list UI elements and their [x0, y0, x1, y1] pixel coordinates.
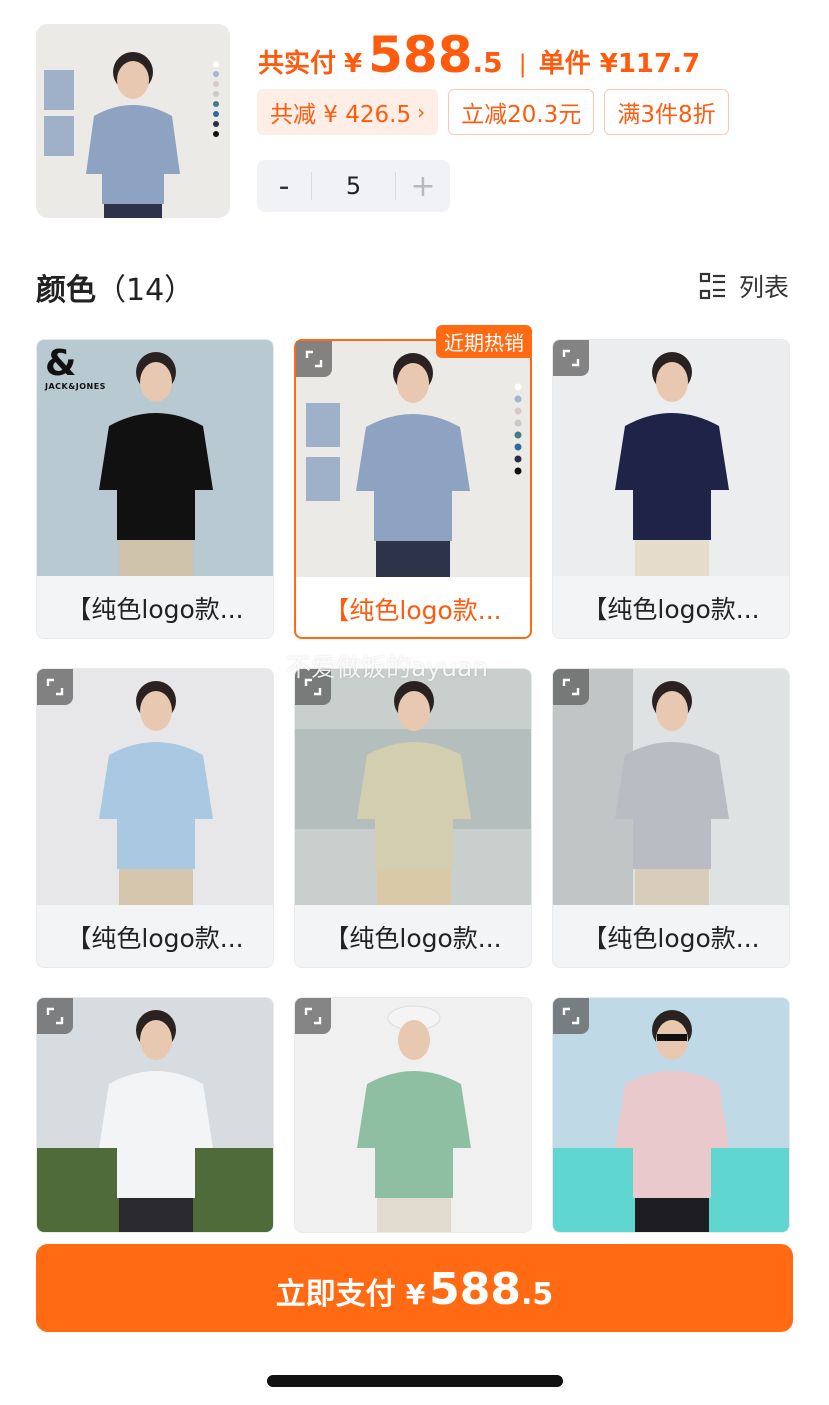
total-price-integer: 588	[368, 26, 473, 84]
bulk-discount-tag: 满3件8折	[604, 89, 729, 135]
expand-icon[interactable]	[37, 998, 73, 1034]
total-label: 共实付	[258, 49, 337, 79]
color-card[interactable]: 【纯色logo款...	[294, 668, 532, 968]
expand-icon[interactable]	[553, 340, 589, 376]
variant-label: 【纯色logo款...	[582, 924, 760, 953]
chevron-right-icon: ›	[417, 100, 426, 124]
variant-photo	[295, 669, 531, 905]
variant-label: 【纯色logo款...	[324, 596, 502, 625]
color-title: 颜色	[36, 273, 96, 308]
variant-label: 【纯色logo款...	[582, 595, 760, 624]
increase-button[interactable]: +	[396, 169, 450, 204]
bulk-discount-text: 满3件8折	[617, 102, 716, 128]
expand-icon[interactable]	[553, 669, 589, 705]
pay-label: 立即支付	[275, 1277, 396, 1312]
color-section-title: 颜色（14）	[36, 265, 194, 309]
home-indicator[interactable]	[267, 1375, 563, 1387]
variant-photo	[295, 998, 531, 1232]
variant-label: 【纯色logo款...	[66, 595, 244, 624]
total-discount-text: 共减 ¥ 426.5	[270, 102, 412, 128]
variant-photo	[553, 669, 789, 905]
expand-icon[interactable]	[553, 998, 589, 1034]
variant-photo	[37, 669, 273, 905]
variant-photo	[37, 998, 273, 1232]
list-view-label: 列表	[738, 273, 789, 302]
watermark-text: 不爱做饭的ayuan	[286, 653, 489, 682]
color-card[interactable]	[552, 997, 790, 1233]
unit-price: 单件 ¥117.7	[538, 49, 701, 79]
color-variant-grid: & JACK&JONES 【纯色logo款... 近期热销 【纯色logo款..…	[36, 325, 792, 1233]
brand-logo: & JACK&JONES	[45, 343, 106, 392]
color-card[interactable]: 【纯色logo款...	[552, 339, 790, 639]
total-discount-tag[interactable]: 共减 ¥ 426.5 ›	[257, 89, 439, 135]
variant-label: 【纯色logo款...	[324, 924, 502, 953]
color-card-selected[interactable]: 近期热销 【纯色logo款...	[294, 325, 532, 639]
list-view-toggle[interactable]: 列表	[699, 268, 789, 304]
color-card[interactable]	[36, 997, 274, 1233]
price-separator: |	[518, 50, 527, 78]
color-count: （14）	[96, 273, 195, 308]
total-price-line: 共实付 ¥ 588 .5 | 单件 ¥117.7	[258, 26, 701, 84]
pay-currency: ¥	[405, 1278, 426, 1311]
decrease-button[interactable]: -	[257, 169, 311, 204]
quantity-value[interactable]: 5	[311, 172, 396, 200]
color-card[interactable]	[294, 997, 532, 1233]
variant-photo	[553, 340, 789, 576]
color-card[interactable]: 【纯色logo款...	[36, 668, 274, 968]
pay-now-button[interactable]: 立即支付 ¥ 588 .5	[36, 1244, 793, 1332]
instant-discount-text: 立减20.3元	[461, 102, 582, 128]
color-card[interactable]: & JACK&JONES 【纯色logo款...	[36, 339, 274, 639]
hot-sale-badge: 近期热销	[436, 325, 532, 358]
pay-amount-decimal: .5	[521, 1277, 554, 1312]
total-price-decimal: .5	[472, 46, 503, 79]
discount-tags: 共减 ¥ 426.5 › 立减20.3元 满3件8折	[257, 89, 729, 135]
pay-amount-integer: 588	[429, 1264, 522, 1315]
quantity-stepper: - 5 +	[257, 160, 450, 212]
product-photo	[36, 24, 230, 218]
currency-symbol: ¥	[344, 49, 363, 79]
selected-product-thumbnail[interactable]	[36, 24, 230, 218]
expand-icon[interactable]	[296, 341, 332, 377]
color-card[interactable]: 【纯色logo款...	[552, 668, 790, 968]
list-view-icon	[699, 272, 725, 300]
variant-photo: & JACK&JONES	[37, 340, 273, 576]
instant-discount-tag: 立减20.3元	[448, 89, 595, 135]
expand-icon[interactable]	[37, 669, 73, 705]
variant-photo	[553, 998, 789, 1232]
variant-photo	[296, 341, 530, 577]
expand-icon[interactable]	[295, 998, 331, 1034]
variant-label: 【纯色logo款...	[66, 924, 244, 953]
